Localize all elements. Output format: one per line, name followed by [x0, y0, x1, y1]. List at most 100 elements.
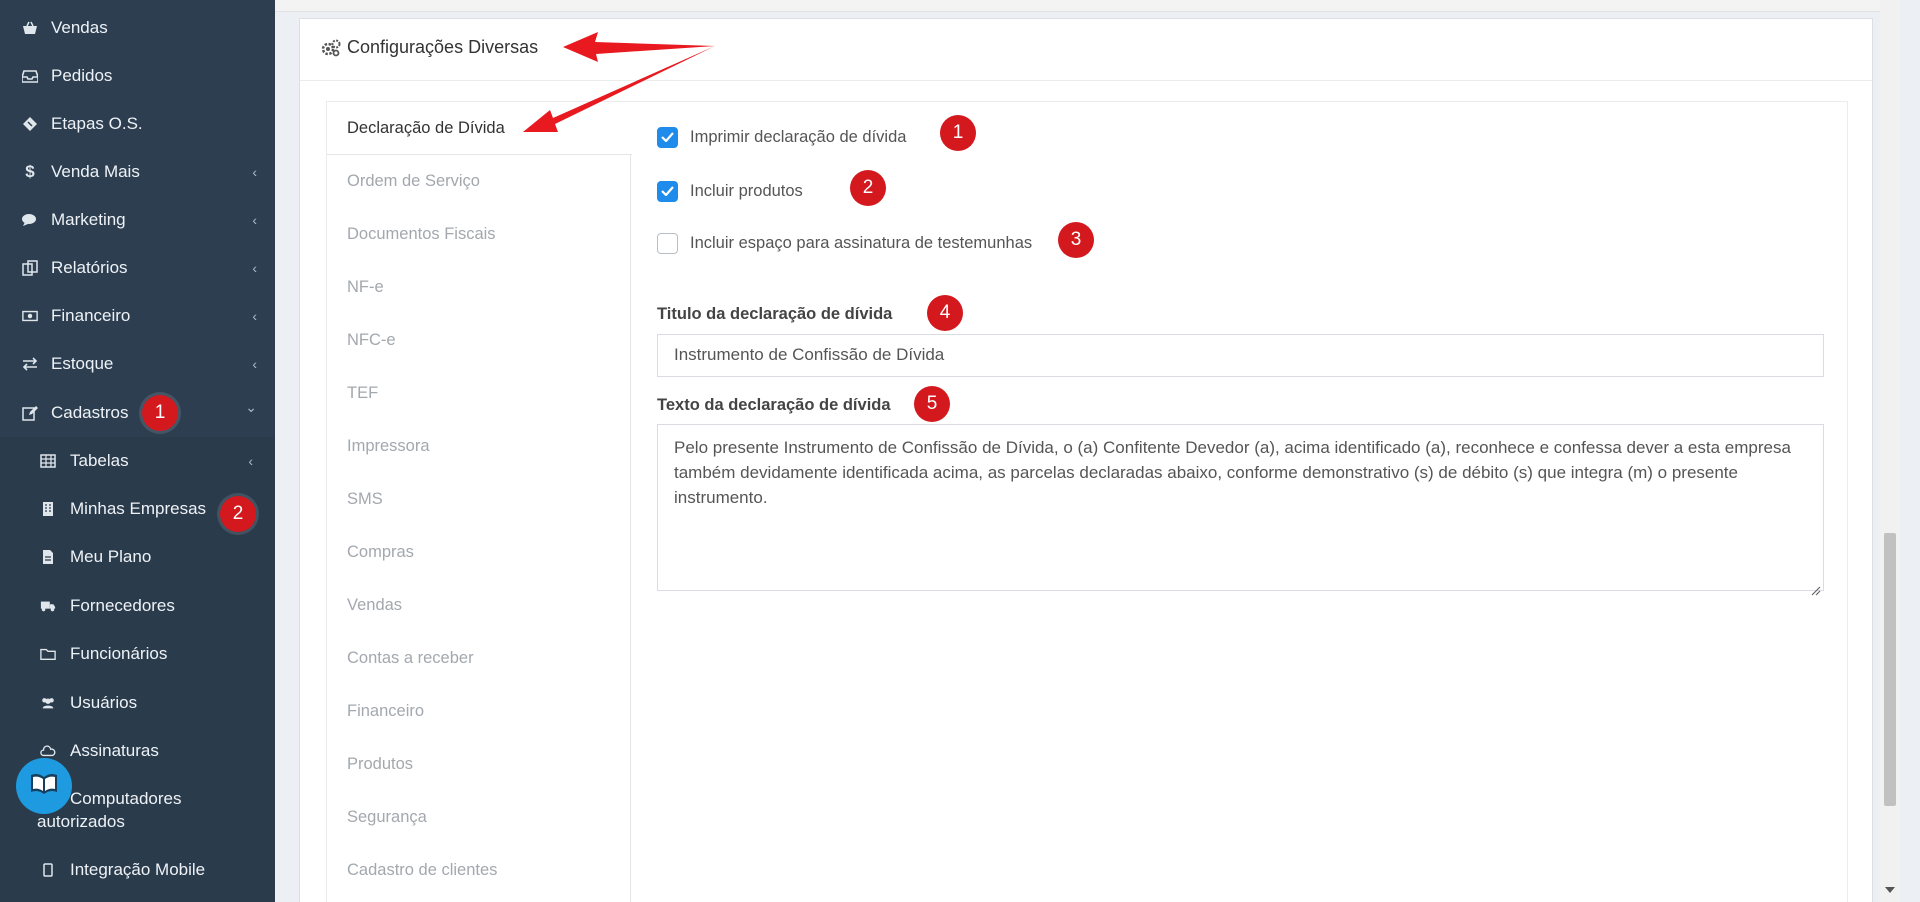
checkbox-label: Imprimir declaração de dívida: [690, 127, 907, 146]
chevron-down-icon: ⌄: [245, 399, 257, 415]
sidebar-item-label: Usuários: [70, 693, 138, 712]
annotation-badge: 3: [1058, 222, 1094, 258]
checkbox-row-incluir-produtos[interactable]: Incluir produtos: [657, 176, 803, 206]
tab-produtos[interactable]: Produtos: [327, 738, 631, 791]
ticket-icon: [22, 116, 38, 132]
tab-seguranca[interactable]: Segurança: [327, 791, 631, 844]
sidebar-item-marketing[interactable]: Marketing ‹: [0, 198, 275, 242]
scrollbar-thumb[interactable]: [1884, 533, 1896, 806]
tab-contas-a-receber[interactable]: Contas a receber: [327, 632, 631, 685]
annotation-badge: 5: [914, 386, 950, 422]
inbox-icon: [22, 68, 38, 84]
sidebar-item-cadastros[interactable]: Cadastros ⌄: [0, 391, 275, 435]
sidebar-item-label: Etapas O.S.: [51, 114, 143, 133]
config-panel: Configurações Diversas Declaração de Dív…: [299, 18, 1873, 902]
gears-icon: [321, 39, 341, 62]
edit-icon: [22, 405, 38, 421]
sidebar-item-etapas-os[interactable]: Etapas O.S.: [0, 102, 275, 146]
tab-cadastro-de-clientes[interactable]: Cadastro de clientes: [327, 844, 631, 897]
panel-title: Configurações Diversas: [347, 37, 539, 57]
tab-sms[interactable]: SMS: [327, 473, 631, 526]
building-icon: [40, 501, 56, 517]
truck-icon: [40, 598, 56, 614]
chevron-left-icon: ‹: [252, 212, 257, 228]
chevron-left-icon: ‹: [252, 356, 257, 372]
page-scrollbar[interactable]: [1880, 0, 1900, 902]
users-icon: [40, 695, 56, 711]
checkbox-incluir-assinatura[interactable]: [657, 232, 678, 254]
checkbox-row-assinatura[interactable]: Incluir espaço para assinatura de testem…: [657, 228, 1032, 258]
table-icon: [40, 453, 56, 469]
text-field-label: Texto da declaração de dívida: [657, 396, 891, 414]
tab-vendas[interactable]: Vendas: [327, 579, 631, 632]
sidebar-item-vendas[interactable]: Vendas: [0, 6, 275, 50]
sidebar-item-label: Pedidos: [51, 66, 113, 85]
panel-header: Configurações Diversas: [300, 19, 1872, 81]
declaration-title-input[interactable]: Instrumento de Confissão de Dívida: [657, 334, 1824, 377]
tab-documentos-fiscais[interactable]: Documentos Fiscais: [327, 208, 631, 261]
comments-icon: [22, 212, 38, 228]
tab-ordem-de-servico[interactable]: Ordem de Serviço: [327, 155, 631, 208]
chevron-left-icon: ‹: [248, 453, 253, 469]
tab-nfe[interactable]: NF-e: [327, 261, 631, 314]
chevron-left-icon: ‹: [252, 164, 257, 180]
folder-icon: [40, 646, 56, 662]
money-icon: [22, 308, 38, 324]
sidebar-item-label: Tabelas: [70, 451, 129, 470]
sidebar-item-label: Vendas: [51, 18, 108, 37]
scroll-down-icon[interactable]: [1885, 880, 1895, 898]
main-area: Configurações Diversas Declaração de Dív…: [275, 0, 1900, 902]
sidebar-item-estoque[interactable]: Estoque ‹: [0, 342, 275, 386]
config-tabs-container: Declaração de Dívida Ordem de Serviço Do…: [326, 101, 1848, 902]
sidebar-item-fornecedores[interactable]: Fornecedores: [0, 584, 275, 628]
tab-impressora[interactable]: Impressora: [327, 420, 631, 473]
sidebar-item-label: Minhas Empresas: [70, 499, 207, 518]
sidebar-item-label: Cadastros: [51, 403, 129, 422]
textarea-content: Pelo presente Instrumento de Confissão d…: [674, 438, 1791, 507]
sidebar-item-integracao-mobile[interactable]: Integração Mobile: [0, 848, 275, 892]
sidebar-item-label: Assinaturas: [70, 741, 159, 760]
sidebar-item-label: Funcionários: [70, 644, 168, 663]
chevron-left-icon: ‹: [252, 308, 257, 324]
sidebar-item-tabelas[interactable]: Tabelas ‹: [0, 439, 275, 483]
sidebar-item-meu-plano[interactable]: Meu Plano: [0, 535, 275, 579]
sidebar-item-funcionarios[interactable]: Funcionários: [0, 632, 275, 676]
sidebar-item-relatorios[interactable]: Relatórios ‹: [0, 246, 275, 290]
sidebar-item-financeiro[interactable]: Financeiro ‹: [0, 294, 275, 338]
annotation-badge: 2: [220, 496, 256, 532]
annotation-badge: 1: [940, 115, 976, 151]
chevron-left-icon: ‹: [252, 260, 257, 276]
tab-financeiro[interactable]: Financeiro: [327, 685, 631, 738]
tab-declaracao-de-divida[interactable]: Declaração de Dívida: [327, 102, 632, 155]
annotation-badge: 1: [142, 395, 178, 431]
annotation-badge: 2: [850, 170, 886, 206]
sidebar-item-label: Fornecedores: [70, 596, 175, 615]
tab-tef[interactable]: TEF: [327, 367, 631, 420]
checkbox-label: Incluir espaço para assinatura de testem…: [690, 233, 1033, 252]
sidebar-item-pedidos[interactable]: Pedidos: [0, 54, 275, 98]
checkbox-row-imprimir[interactable]: Imprimir declaração de dívida: [657, 122, 906, 152]
sidebar: Vendas Pedidos Etapas O.S. $ Venda Mais …: [0, 0, 275, 902]
checkbox-incluir-produtos[interactable]: [657, 180, 678, 202]
title-field-label: Titulo da declaração de dívida: [657, 305, 893, 323]
config-tab-list: Declaração de Dívida Ordem de Serviço Do…: [327, 102, 632, 902]
exchange-icon: [22, 356, 38, 372]
tab-nfce[interactable]: NFC-e: [327, 314, 631, 367]
file-icon: [40, 549, 56, 565]
copy-icon: [22, 260, 38, 276]
sidebar-item-label: Meu Plano: [70, 547, 152, 566]
sidebar-item-usuarios[interactable]: Usuários: [0, 681, 275, 725]
help-book-button[interactable]: [16, 758, 72, 814]
checkbox-label: Incluir produtos: [690, 181, 803, 200]
resize-handle-icon[interactable]: [1811, 578, 1821, 596]
tab-compras[interactable]: Compras: [327, 526, 631, 579]
dollar-icon: $: [25, 162, 35, 181]
declaration-text-textarea[interactable]: Pelo presente Instrumento de Confissão d…: [657, 424, 1824, 596]
sidebar-item-label: Integração Mobile: [70, 860, 206, 879]
top-strip: [275, 0, 1900, 12]
sidebar-item-label: Venda Mais: [51, 162, 140, 181]
sidebar-item-venda-mais[interactable]: $ Venda Mais ‹: [0, 150, 275, 194]
cloud-icon: [40, 743, 56, 759]
book-icon: [29, 772, 59, 801]
checkbox-imprimir-declaracao[interactable]: [657, 126, 678, 148]
